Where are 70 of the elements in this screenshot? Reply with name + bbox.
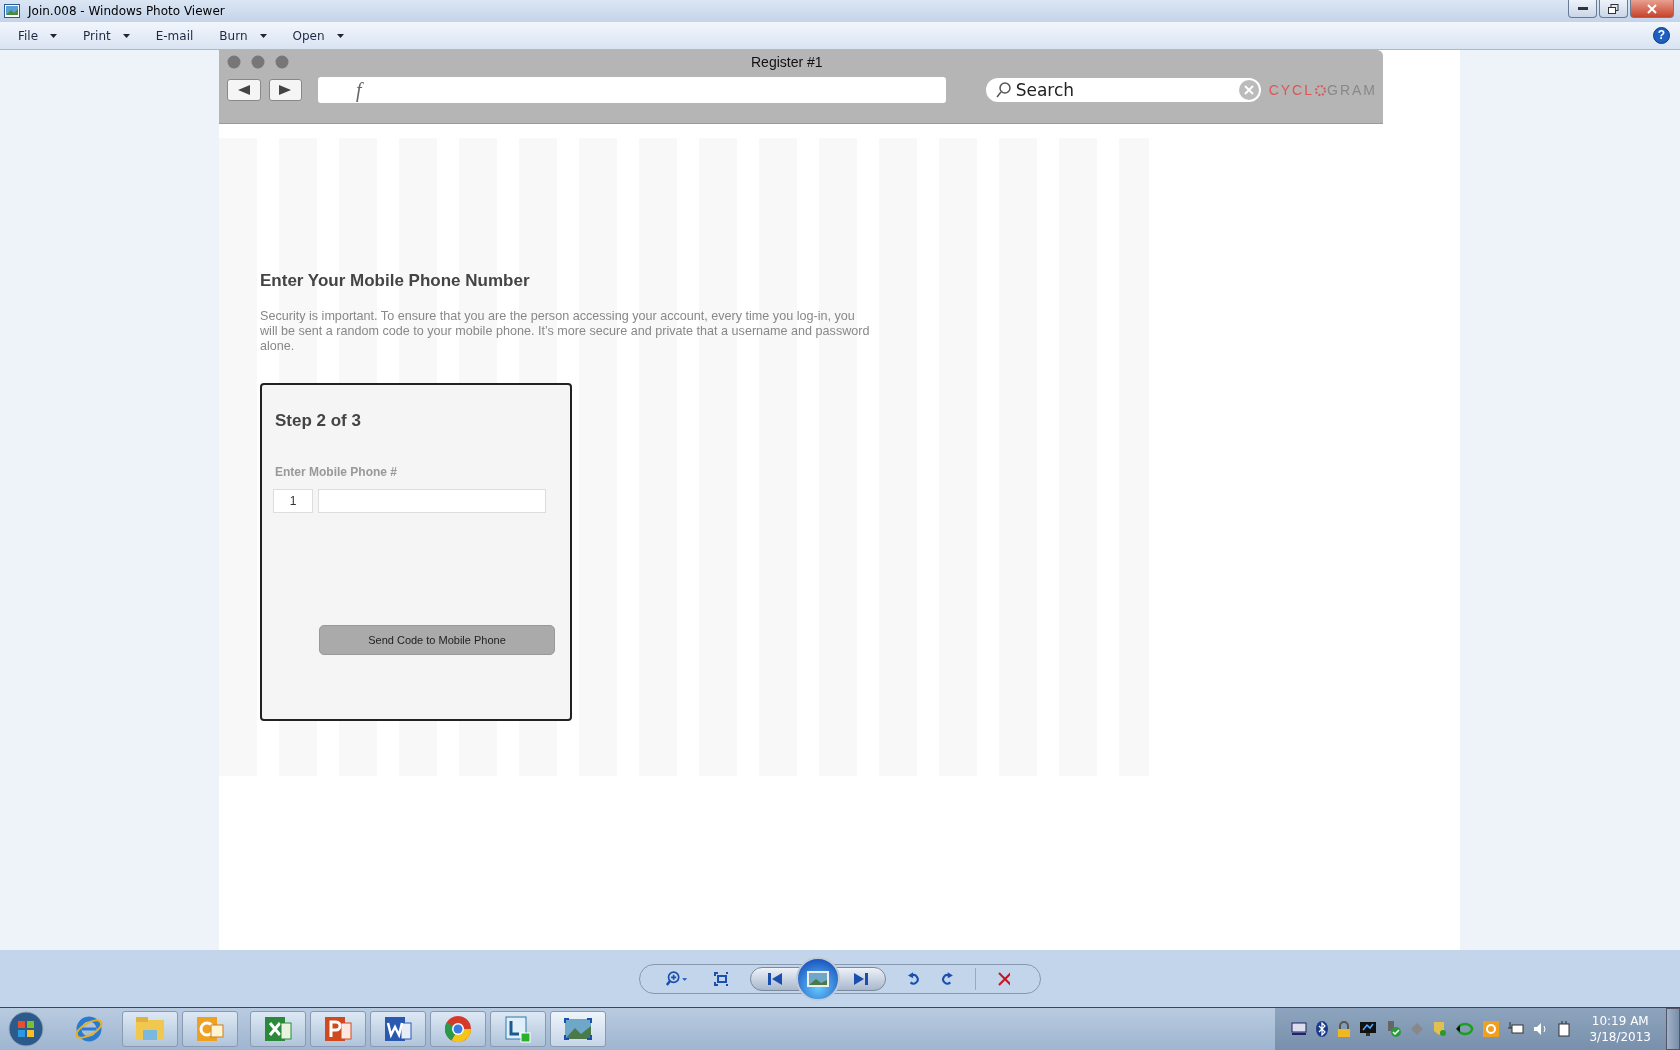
intro-paragraph: Security is important. To ensure that you are the person accessing your account, every time you log-in, you will be sent a random code to your mobile phone. It’s more secure and private that a username and password alone. [260,309,871,354]
restore-button[interactable] [1599,0,1628,18]
back-arrow-icon [237,85,250,95]
search-field[interactable]: Search [985,78,1261,102]
page-heading: Enter Your Mobile Phone Number [260,271,531,291]
chat-app-taskbar-button[interactable] [490,1011,546,1047]
next-icon [853,972,868,985]
close-button[interactable] [1630,0,1674,18]
phone-number-field[interactable] [318,489,546,513]
window-buttons-icon [227,55,289,69]
clock-time: 10:19 AM [1591,1013,1649,1029]
menu-item[interactable]: Burn [211,25,275,46]
step-title: Step 2 of 3 [275,411,362,431]
folder-icon [135,1016,165,1042]
padlock-icon[interactable] [1337,1021,1352,1037]
next-button[interactable] [835,966,886,991]
show-desktop-button[interactable] [1666,1008,1680,1050]
photo-viewer-taskbar-button[interactable] [550,1011,606,1047]
address-field[interactable]: f [318,77,946,103]
landscape-icon [563,1016,593,1042]
menu-item[interactable]: Open [284,25,352,46]
minimize-button[interactable] [1568,0,1597,18]
rotate-left-icon[interactable] [907,970,920,987]
close-icon [1647,3,1657,14]
previous-button[interactable] [749,966,800,991]
help-button[interactable]: ? [1653,27,1670,44]
letter-l-icon [503,1015,533,1043]
browser-taskbar-button[interactable] [430,1011,486,1047]
menu-item[interactable]: E-mail [147,25,202,46]
caret-icon [336,33,344,38]
forward-button[interactable] [268,79,302,101]
country-code-field[interactable]: 1 [273,489,313,513]
menu-item[interactable]: File [10,25,66,46]
power-plug-icon[interactable] [1558,1021,1573,1037]
minimize-icon [1577,6,1588,11]
document-icon [383,1015,413,1043]
spreadsheet-icon [263,1015,293,1043]
search-icon [995,82,1012,98]
landscape-icon [806,970,829,987]
forward-arrow-icon [279,85,292,95]
browser-title: Register #1 [751,54,823,70]
menu-item[interactable]: Print [75,25,138,46]
fit-window-icon[interactable] [714,971,728,986]
restore-icon [1608,3,1619,14]
caret-icon [259,33,267,38]
presentation-taskbar-button[interactable] [310,1011,366,1047]
network-icon[interactable] [1508,1022,1525,1036]
mail-app-taskbar-button[interactable] [182,1011,238,1047]
rotate-right-icon[interactable] [941,970,954,987]
monitor-icon[interactable] [1291,1022,1308,1036]
delete-icon[interactable] [998,971,1010,986]
send-code-button[interactable]: Send Code to Mobile Phone [319,625,555,655]
mail-app-icon[interactable] [1483,1021,1500,1037]
window-title: Join.008 - Windows Photo Viewer [28,4,225,18]
presentation-icon [323,1015,353,1043]
photo-viewer-icon [4,4,20,18]
browser-e-icon[interactable] [74,1014,104,1044]
colored-circle-icon [444,1015,472,1043]
phone-label: Enter Mobile Phone # [275,465,398,479]
start-button[interactable] [8,1011,44,1047]
caret-icon [122,33,130,38]
spreadsheet-taskbar-button[interactable] [250,1011,306,1047]
back-button[interactable] [227,79,261,101]
bluetooth-icon[interactable] [1316,1021,1329,1037]
display-icon[interactable] [1360,1022,1377,1036]
previous-icon [767,972,782,985]
caret-icon [50,33,58,38]
mail-app-icon [195,1015,225,1043]
document-taskbar-button[interactable] [370,1011,426,1047]
clock-date: 3/18/2013 [1589,1029,1651,1045]
